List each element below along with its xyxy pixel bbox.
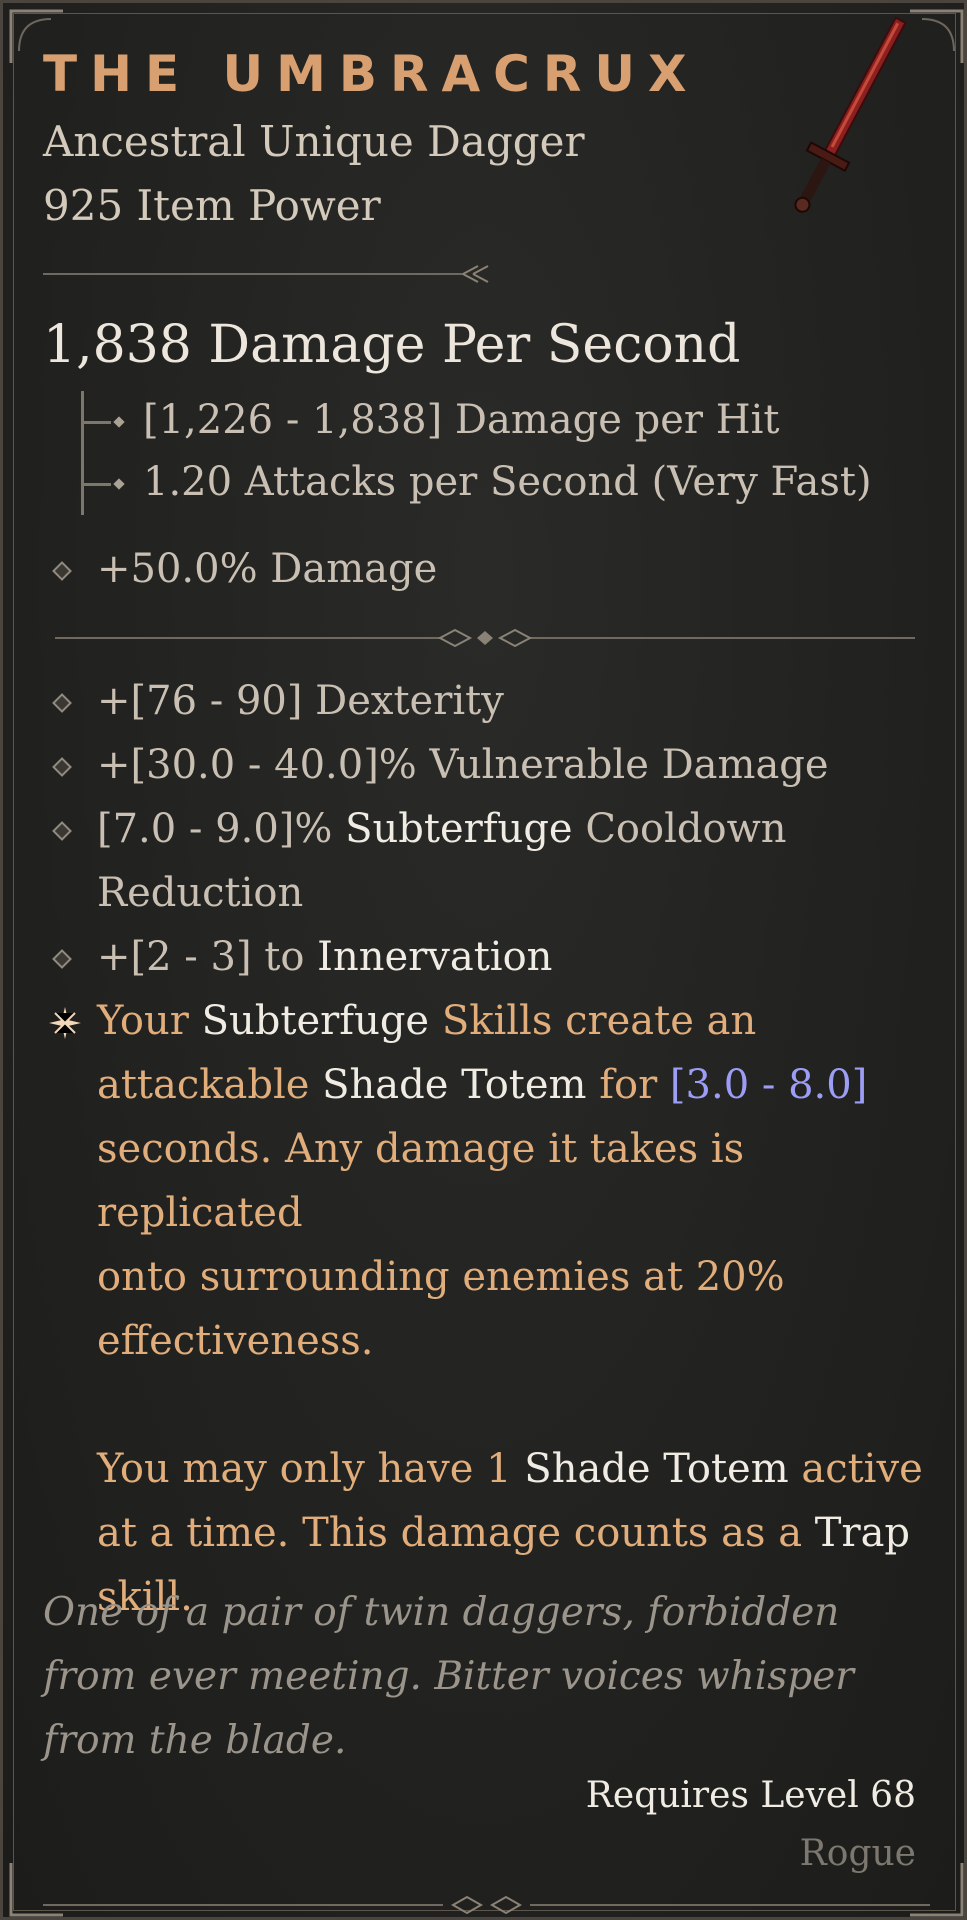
unique-text: onto surrounding enemies at 20% bbox=[97, 1254, 785, 1300]
skill-name: Innervation bbox=[317, 934, 553, 980]
corner-ornament-top-right bbox=[910, 9, 964, 63]
item-power: 925 Item Power bbox=[43, 181, 381, 230]
keyword: Shade Totem bbox=[524, 1446, 789, 1492]
unique-text: You may only have 1 bbox=[97, 1446, 512, 1492]
dagger-icon bbox=[794, 16, 907, 213]
attack-speed: 1.20 Attacks per Second (Very Fast) bbox=[143, 459, 872, 505]
affix-skill-ranks: +[2 - 3] to Innervation bbox=[97, 925, 552, 989]
damage-per-second: 1,838 Damage Per Second bbox=[43, 315, 741, 375]
stat-tree-branch bbox=[81, 483, 111, 486]
affix-value: [7.0 - 9.0]% bbox=[97, 806, 333, 852]
bottom-ornament bbox=[43, 1895, 930, 1915]
section-divider bbox=[55, 628, 915, 648]
affix-text: Cooldown bbox=[585, 806, 787, 852]
stat-tree-line bbox=[81, 391, 84, 515]
keyword: Shade Totem bbox=[322, 1062, 587, 1108]
unique-text: Skills create an bbox=[441, 998, 757, 1044]
affix-vulnerable-damage: +[30.0 - 40.0]% Vulnerable Damage bbox=[97, 742, 829, 788]
unique-text: seconds. Any damage it takes is replicat… bbox=[97, 1126, 745, 1236]
unique-text: at a time. This damage counts as a bbox=[97, 1510, 803, 1556]
value-range: [3.0 - 8.0] bbox=[669, 1062, 868, 1108]
item-tooltip: THE UMBRACRUX Ancestral Unique Dagger 92… bbox=[0, 0, 967, 1920]
damage-per-hit: [1,226 - 1,838] Damage per Hit bbox=[143, 397, 780, 443]
affix-dexterity: +[76 - 90] Dexterity bbox=[97, 678, 504, 724]
item-type: Ancestral Unique Dagger bbox=[43, 117, 585, 166]
section-divider bbox=[43, 265, 489, 283]
affix-text: Reduction bbox=[97, 870, 304, 916]
item-name: THE UMBRACRUX bbox=[43, 45, 700, 103]
implicit-affix: +50.0% Damage bbox=[97, 546, 438, 592]
unique-text: for bbox=[599, 1062, 658, 1108]
level-requirement: Requires Level 68 bbox=[585, 1775, 916, 1816]
affix-cooldown-reduction: [7.0 - 9.0]% Subterfuge Cooldown Reducti… bbox=[97, 797, 787, 925]
unique-power-star-icon bbox=[49, 1007, 81, 1039]
unique-text: active bbox=[801, 1446, 923, 1492]
stat-tree-branch bbox=[81, 421, 111, 424]
class-requirement: Rogue bbox=[799, 1833, 916, 1874]
unique-power-text: Your Subterfuge Skills create an attacka… bbox=[97, 989, 937, 1629]
skill-name: Subterfuge bbox=[201, 998, 430, 1044]
unique-text: Your bbox=[97, 998, 189, 1044]
affix-value: +[2 - 3] to bbox=[97, 934, 305, 980]
unique-text: effectiveness. bbox=[97, 1318, 374, 1364]
keyword: Trap bbox=[814, 1510, 911, 1556]
unique-text: attackable bbox=[97, 1062, 310, 1108]
flavor-text: One of a pair of twin daggers, forbidden… bbox=[43, 1590, 854, 1763]
skill-name: Subterfuge bbox=[345, 806, 573, 852]
